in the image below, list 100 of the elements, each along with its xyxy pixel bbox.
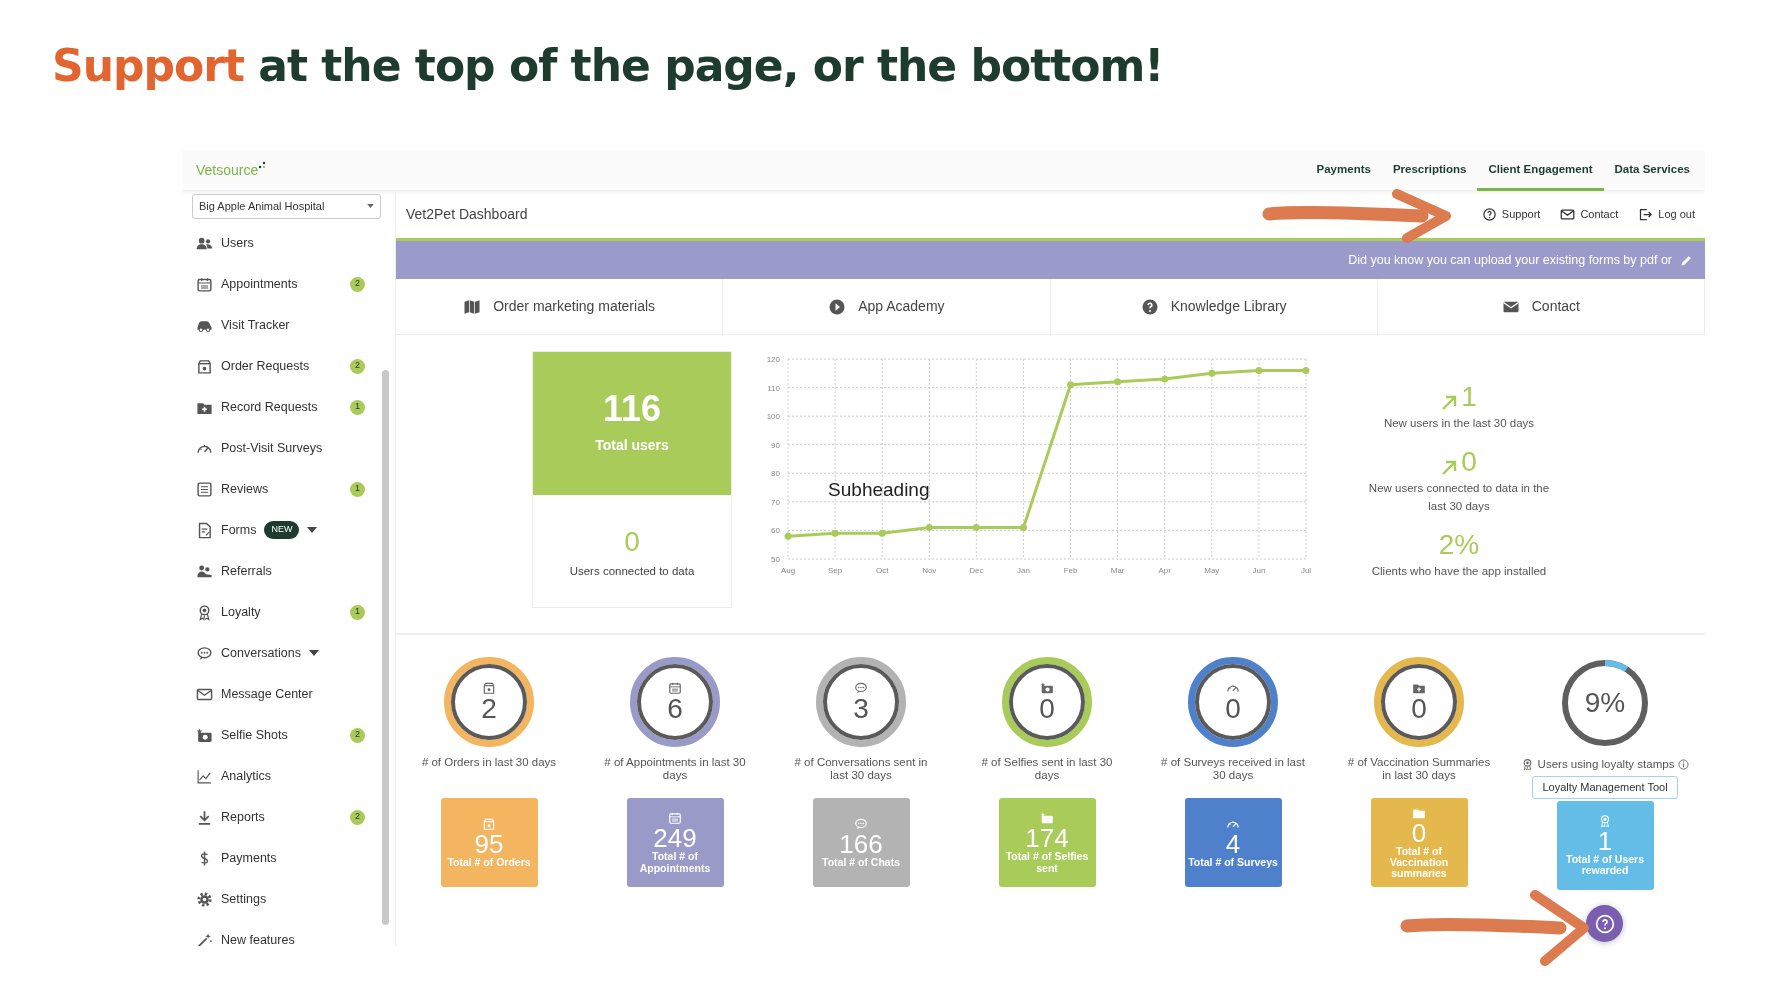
- stat-label: Total users: [595, 436, 669, 455]
- quick-link[interactable]: Order marketing materials: [396, 279, 724, 335]
- document-icon: [196, 521, 213, 539]
- tile-value: 0: [1411, 819, 1427, 846]
- axis-tick-label: 60: [771, 526, 780, 536]
- sidebar-item[interactable]: New features: [182, 919, 395, 946]
- data-point: [1161, 375, 1169, 383]
- data-point: [1067, 381, 1075, 389]
- axis-tick-label: Jan: [1017, 566, 1030, 575]
- sidebar-item[interactable]: Appointments 2: [182, 263, 395, 305]
- loyalty-tool-button[interactable]: Loyalty Management Tool: [1532, 776, 1678, 799]
- sidebar-item[interactable]: Post-Visit Surveys: [182, 427, 395, 469]
- stat-value: 1: [1461, 383, 1477, 411]
- tile-label: Total # of Surveys: [1188, 857, 1278, 868]
- axis-tick-label: 80: [771, 469, 780, 479]
- count-badge: 2: [350, 358, 365, 374]
- tile-value: 4: [1225, 831, 1241, 857]
- sidebar-item[interactable]: Loyalty 1: [182, 591, 395, 633]
- sidebar-item[interactable]: Conversations: [182, 632, 395, 674]
- pencil-icon: [1680, 253, 1693, 267]
- data-point: [1302, 366, 1310, 374]
- quick-link[interactable]: Contact: [1377, 279, 1705, 335]
- axis-tick-label: Jul: [1300, 566, 1312, 575]
- camera-icon: [196, 726, 213, 744]
- sparkle-icon: [258, 161, 267, 169]
- data-point: [831, 529, 839, 537]
- stat-label: New users connected to data in the last 30 days: [1367, 481, 1551, 514]
- stat-value: 0: [1461, 448, 1477, 477]
- header-link[interactable]: Contact: [1560, 205, 1619, 223]
- axis-tick-label: Mar: [1110, 566, 1125, 575]
- sidebar-item[interactable]: Reports 2: [182, 796, 395, 838]
- header-link[interactable]: Log out: [1638, 205, 1695, 223]
- stat-label: New users in the last 30 days: [1383, 416, 1535, 431]
- sidebar-label: Appointments: [221, 275, 298, 293]
- scrollbar[interactable]: [382, 370, 389, 925]
- tile-label: Total # of Selfies sent: [1004, 851, 1090, 874]
- slide-headline: Support at the top of the page, or the bottom!: [52, 39, 1165, 93]
- tile-label: Total # of Orders: [447, 857, 531, 868]
- sidebar-label: New features: [221, 931, 295, 946]
- data-point: [784, 532, 792, 540]
- bag-icon: [482, 817, 496, 831]
- sidebar-item[interactable]: Order Requests 2: [182, 345, 395, 387]
- ring-value: 2: [481, 695, 497, 723]
- sidebar-item[interactable]: Selfie Shots 2: [182, 714, 395, 756]
- header-link[interactable]: Support: [1481, 205, 1541, 223]
- count-badge: 2: [350, 809, 365, 825]
- data-point: [972, 524, 980, 532]
- sidebar-item[interactable]: Payments: [182, 837, 395, 879]
- nav-tab[interactable]: Data Services: [1603, 152, 1701, 191]
- nav-tab[interactable]: Prescriptions: [1381, 152, 1478, 191]
- stat-value: 0: [624, 525, 640, 560]
- axis-tick-label: Jun: [1252, 566, 1266, 575]
- axis-tick-label: Feb: [1063, 566, 1078, 575]
- axis-tick-label: 90: [771, 440, 780, 450]
- metric-label: # of Conversations sent in last 30 days: [793, 756, 929, 784]
- nav-tab[interactable]: Client Engagement: [1477, 152, 1604, 191]
- sidebar-item[interactable]: Users: [182, 222, 395, 264]
- sidebar-label: Order Requests: [221, 357, 310, 375]
- sidebar-item[interactable]: Visit Tracker: [182, 304, 395, 346]
- ring-value: 6: [667, 695, 683, 723]
- ring-value: 0: [1225, 695, 1241, 723]
- sidebar-label: Payments: [221, 849, 277, 867]
- axis-tick-label: 70: [771, 497, 780, 507]
- axis-tick-label: May: [1204, 566, 1220, 575]
- sidebar-item[interactable]: Message Center: [182, 673, 395, 715]
- caret-icon: [367, 204, 374, 209]
- sidebar-item[interactable]: Reviews 1: [182, 468, 395, 510]
- clinic-select[interactable]: Big Apple Animal Hospital: [192, 194, 381, 219]
- help-button[interactable]: [1586, 905, 1623, 942]
- bag-icon: [196, 357, 213, 375]
- tile-label: Total # of Appointments: [638, 851, 712, 874]
- sidebar-item[interactable]: Settings: [182, 878, 395, 920]
- nav-tab[interactable]: Payments: [1305, 152, 1382, 191]
- award-icon: [196, 603, 213, 621]
- quick-link[interactable]: App Academy: [723, 279, 1051, 335]
- ring-value: 0: [1411, 695, 1427, 723]
- count-badge: 1: [350, 399, 365, 415]
- award-icon: [1520, 758, 1534, 772]
- page-title: Vet2Pet Dashboard: [406, 204, 528, 224]
- new-tag: NEW: [264, 521, 300, 539]
- sidebar-label: Record Requests: [221, 398, 318, 416]
- chart-subheading: Subheading: [828, 479, 930, 501]
- metric-label: # of Vaccination Summaries in last 30 days: [1346, 756, 1492, 784]
- question-icon: [1594, 913, 1615, 934]
- sidebar-item[interactable]: Referrals: [182, 550, 395, 592]
- logout-icon: [1638, 206, 1654, 222]
- sidebar-item[interactable]: Analytics: [182, 755, 395, 797]
- play-icon: [828, 297, 847, 316]
- quick-link[interactable]: Knowledge Library: [1050, 279, 1378, 335]
- axis-tick-label: Apr: [1158, 566, 1171, 575]
- sidebar-label: Users: [221, 234, 254, 252]
- tile-value: 95: [474, 831, 504, 857]
- sidebar-item[interactable]: Forms NEW: [182, 509, 395, 551]
- question-icon: [1140, 297, 1159, 316]
- data-point: [1019, 524, 1027, 532]
- sidebar-item[interactable]: Record Requests 1: [182, 386, 395, 428]
- count-badge: 1: [350, 604, 365, 620]
- award-icon: [1598, 814, 1612, 829]
- calendar-icon: [668, 811, 682, 826]
- axis-tick-label: 50: [771, 555, 780, 564]
